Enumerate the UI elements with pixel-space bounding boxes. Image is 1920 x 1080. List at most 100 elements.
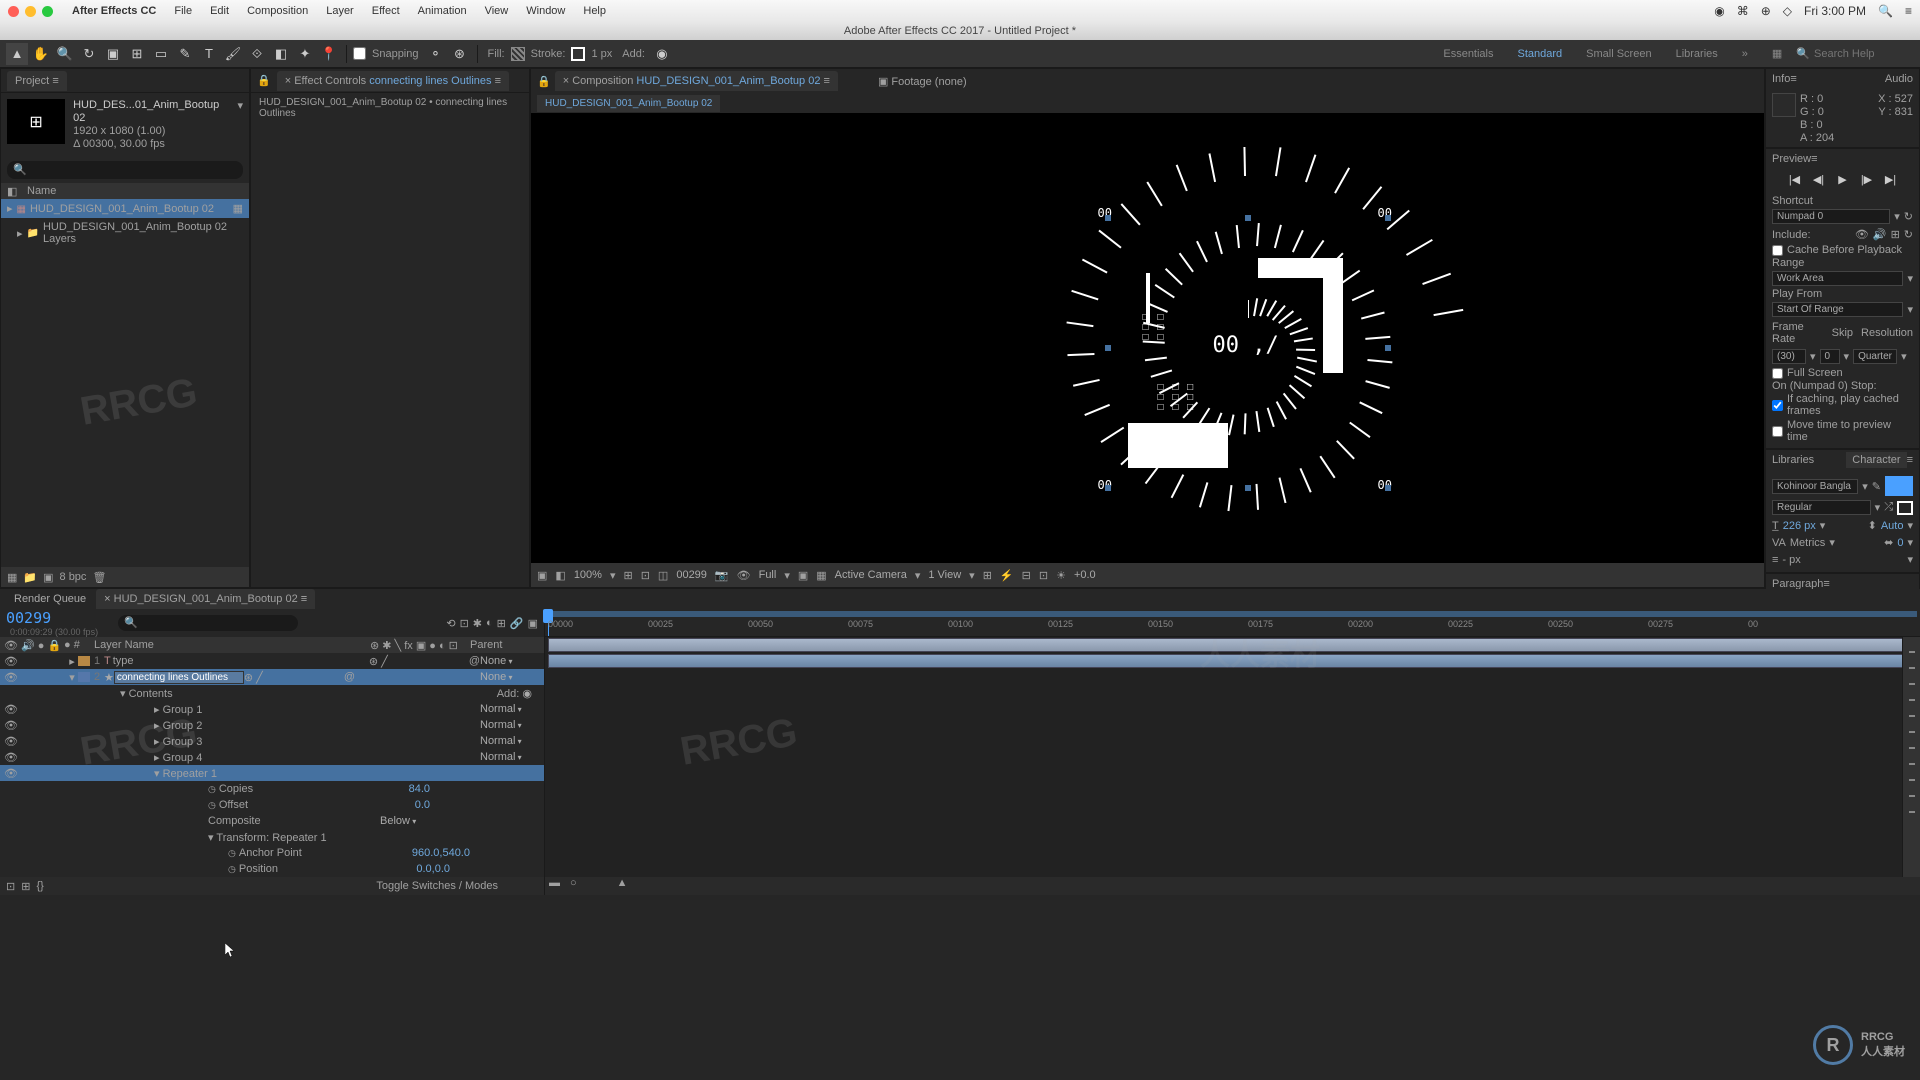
eyedropper-icon[interactable]: ✎: [1872, 480, 1881, 493]
ec-tab-close-icon[interactable]: ×: [285, 75, 291, 87]
last-frame-icon[interactable]: ▶|: [1882, 173, 1900, 187]
comp-caret-icon[interactable]: ▾: [237, 99, 243, 151]
col-name[interactable]: Name: [27, 185, 56, 197]
resolution-dropdown[interactable]: Full: [759, 569, 777, 581]
range-select[interactable]: Work Area: [1772, 271, 1903, 286]
group-row[interactable]: 👁▸ Group 2Normal: [0, 717, 544, 733]
pan-behind-tool-icon[interactable]: ⊞: [126, 43, 148, 65]
comp-panel-menu-icon[interactable]: ≡: [824, 75, 830, 87]
repeater-row[interactable]: 👁▾ Repeater 1: [0, 765, 544, 781]
first-frame-icon[interactable]: |◀: [1786, 173, 1804, 187]
clock[interactable]: Fri 3:00 PM: [1804, 4, 1866, 18]
search-icon[interactable]: 🔍: [1878, 4, 1893, 18]
reset-exposure-icon[interactable]: ☀: [1056, 569, 1066, 582]
timeline-comp-tab[interactable]: × HUD_DESIGN_001_Anim_Bootup 02 ≡: [96, 589, 315, 609]
project-item-comp[interactable]: ▸HUD_DESIGN_001_Anim_Bootup 02 ▦: [1, 199, 249, 218]
tl-foot-icon1[interactable]: ⊡: [6, 880, 15, 893]
anchor-value[interactable]: 960.0,540.0: [412, 847, 470, 859]
ec-panel-menu-icon[interactable]: ≡: [495, 75, 501, 87]
menu-edit[interactable]: Edit: [201, 5, 238, 17]
handle-icon[interactable]: [1385, 485, 1391, 491]
search-help-input[interactable]: [1814, 48, 1914, 60]
menu-icon[interactable]: ≡: [1905, 4, 1912, 18]
layer-bar-1[interactable]: [548, 638, 1912, 652]
timeline-scroll[interactable]: ▬○▲: [545, 877, 1920, 895]
group-row[interactable]: 👁▸ Group 1Normal: [0, 701, 544, 717]
menu-window[interactable]: Window: [517, 5, 574, 17]
tl-opt4-icon[interactable]: ◐: [486, 617, 493, 630]
type-tool-icon[interactable]: T: [198, 43, 220, 65]
current-time[interactable]: 00299: [6, 609, 98, 627]
puppet-tool-icon[interactable]: 📍: [318, 43, 340, 65]
comp-thumbnail[interactable]: ⊞: [7, 99, 65, 144]
skip-select[interactable]: 0: [1820, 349, 1840, 364]
camera-dropdown[interactable]: Active Camera: [835, 569, 907, 581]
comp-tab-close-icon[interactable]: ×: [563, 75, 569, 87]
tl-foot-icon2[interactable]: ⊞: [21, 880, 30, 893]
selection-tool-icon[interactable]: ▲: [6, 43, 28, 65]
toggle-switches-button[interactable]: Toggle Switches / Modes: [376, 880, 498, 892]
workspace-small[interactable]: Small Screen: [1576, 45, 1661, 63]
work-area-bar[interactable]: [548, 611, 1917, 617]
info-tab[interactable]: Info: [1772, 73, 1790, 85]
roto-tool-icon[interactable]: ✦: [294, 43, 316, 65]
eraser-tool-icon[interactable]: ◧: [270, 43, 292, 65]
zoom-dropdown[interactable]: 100%: [574, 569, 602, 581]
stroke-color-swatch[interactable]: [1897, 501, 1913, 515]
tl-opt7-icon[interactable]: ▣: [528, 617, 538, 630]
menu-composition[interactable]: Composition: [238, 5, 317, 17]
copies-value[interactable]: 84.0: [409, 783, 430, 795]
handle-icon[interactable]: [1105, 215, 1111, 221]
handle-icon[interactable]: [1385, 215, 1391, 221]
kerning-value[interactable]: Metrics: [1790, 537, 1825, 549]
flowchart-icon[interactable]: ⊡: [1039, 569, 1048, 582]
snap-opt2-icon[interactable]: ⊛: [449, 43, 471, 65]
minimize-window-icon[interactable]: [25, 6, 36, 17]
group-row[interactable]: 👁▸ Group 4Normal: [0, 749, 544, 765]
tracking-value[interactable]: 0: [1897, 537, 1903, 549]
panel-lock-icon[interactable]: 🔒: [257, 74, 271, 87]
tl-opt3-icon[interactable]: ✱: [473, 617, 482, 630]
workspace-essentials[interactable]: Essentials: [1433, 45, 1503, 63]
timeline-markers-col[interactable]: [1902, 637, 1920, 877]
parent-dropdown[interactable]: None: [480, 655, 540, 667]
trash-icon[interactable]: 🗑: [92, 571, 106, 584]
project-tab[interactable]: Project ≡: [7, 71, 67, 91]
transparency-icon[interactable]: ▦: [816, 569, 826, 582]
col-label-icon[interactable]: ◧: [7, 185, 27, 198]
tl-foot-icon3[interactable]: {}: [36, 880, 43, 892]
current-frame[interactable]: 00299: [676, 569, 707, 581]
brush-tool-icon[interactable]: 🖌: [222, 43, 244, 65]
include-audio-icon[interactable]: 🔊: [1873, 228, 1887, 241]
playfrom-select[interactable]: Start Of Range: [1772, 302, 1903, 317]
prev-frame-icon[interactable]: ◀|: [1810, 173, 1828, 187]
composite-dropdown[interactable]: Below: [380, 815, 440, 827]
handle-icon[interactable]: [1245, 215, 1251, 221]
menu-layer[interactable]: Layer: [317, 5, 363, 17]
preview-tab[interactable]: Preview: [1772, 153, 1811, 165]
position-row[interactable]: Position0.0,0.0: [0, 861, 544, 877]
close-window-icon[interactable]: [8, 6, 19, 17]
movetime-checkbox[interactable]: [1772, 426, 1783, 437]
layer-row-1[interactable]: 👁 ▸ 1 T type ⊛ ╱ @None: [0, 653, 544, 669]
zoom-tool-icon[interactable]: 🔍: [54, 43, 76, 65]
menu-help[interactable]: Help: [574, 5, 615, 17]
add-contents-button[interactable]: Add: ◉: [497, 687, 532, 700]
leading-value[interactable]: Auto: [1881, 520, 1904, 532]
workspace-standard[interactable]: Standard: [1508, 45, 1573, 63]
play-icon[interactable]: ▶: [1834, 173, 1852, 187]
fill-color-swatch[interactable]: [1885, 476, 1913, 496]
anchor-row[interactable]: Anchor Point960.0,540.0: [0, 845, 544, 861]
handle-icon[interactable]: [1245, 485, 1251, 491]
transform-row[interactable]: ▾ Transform: Repeater 1: [0, 829, 544, 845]
menu-animation[interactable]: Animation: [409, 5, 476, 17]
tl-opt5-icon[interactable]: ⊞: [497, 617, 506, 630]
parent-dropdown[interactable]: None: [480, 671, 540, 683]
maximize-window-icon[interactable]: [42, 6, 53, 17]
wifi-icon[interactable]: ◇: [1783, 4, 1792, 18]
timeline-search-input[interactable]: [118, 615, 298, 631]
tl-opt1-icon[interactable]: ⟲: [446, 617, 455, 630]
contents-row[interactable]: ▾ Contents Add: ◉: [0, 685, 544, 701]
cache-checkbox[interactable]: [1772, 245, 1783, 256]
include-loop-icon[interactable]: ↻: [1904, 228, 1913, 241]
